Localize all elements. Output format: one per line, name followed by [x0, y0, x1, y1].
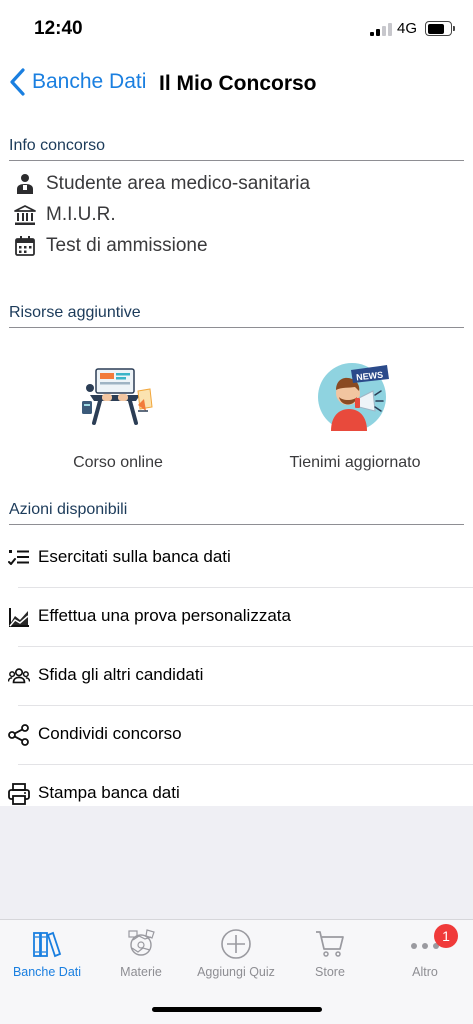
home-indicator[interactable] — [152, 1007, 322, 1012]
signal-strength-icon — [370, 23, 392, 36]
cart-icon — [316, 931, 344, 957]
tab-label: Store — [315, 965, 345, 979]
navigation-bar: Banche Dati Il Mio Concorso — [0, 55, 473, 115]
group-icon — [8, 668, 30, 684]
chart-icon — [9, 608, 29, 627]
action-practice-database[interactable]: Esercitati sulla banca dati — [0, 529, 473, 588]
online-course-card[interactable]: Corso online — [28, 361, 208, 472]
online-course-label: Corso online — [73, 454, 163, 471]
action-label: Condividi concorso — [38, 724, 182, 743]
action-label: Effettua una prova personalizzata — [38, 606, 291, 625]
tab-label: Materie — [120, 965, 162, 979]
info-item-category: Studente area medico-sanitaria — [14, 169, 310, 199]
empty-background — [0, 806, 473, 919]
tab-banche-dati[interactable]: Banche Dati — [0, 920, 94, 982]
tab-label: Aggiungi Quiz — [197, 965, 275, 979]
action-label: Stampa banca dati — [38, 783, 180, 802]
news-megaphone-illustration: NEWS — [318, 363, 389, 431]
news-updates-label: Tienimi aggiornato — [289, 454, 421, 471]
network-type: 4G — [397, 20, 418, 37]
calendar-icon — [15, 236, 35, 256]
share-icon — [8, 724, 29, 746]
action-share-competition[interactable]: Condividi concorso — [0, 706, 473, 765]
section-header-actions: Azioni disponibili — [9, 501, 464, 525]
battery-fill — [427, 23, 445, 34]
info-item-type: Test di ammissione — [14, 231, 208, 261]
back-button-label: Banche Dati — [32, 70, 147, 93]
tab-altro[interactable]: Altro — [378, 920, 472, 982]
info-item-text: Test di ammissione — [46, 235, 208, 256]
action-challenge-candidates[interactable]: Sfida gli altri candidati — [0, 647, 473, 706]
add-circle-icon — [221, 929, 251, 959]
action-label: Sfida gli altri candidati — [38, 665, 204, 684]
person-icon — [17, 174, 33, 194]
action-print-database[interactable]: Stampa banca dati — [0, 765, 473, 806]
status-bar: 12:40 4G — [0, 0, 473, 50]
section-header-resources: Risorse aggiuntive — [9, 304, 464, 328]
action-label: Esercitati sulla banca dati — [38, 547, 231, 566]
tab-store[interactable]: Store — [283, 920, 377, 982]
checklist-icon — [8, 550, 29, 565]
info-item-text: M.I.U.R. — [46, 204, 116, 225]
section-header-info: Info concorso — [9, 137, 464, 161]
online-course-illustration — [82, 368, 153, 425]
institution-icon — [14, 205, 36, 225]
subjects-icon — [128, 929, 155, 956]
page-title: Il Mio Concorso — [159, 72, 317, 95]
action-custom-test[interactable]: Effettua una prova personalizzata — [0, 588, 473, 647]
tab-label: Altro — [412, 965, 438, 979]
notification-badge: 1 — [434, 924, 458, 948]
back-button[interactable]: Banche Dati — [8, 67, 146, 97]
status-time: 12:40 — [34, 18, 83, 39]
news-updates-card[interactable]: NEWS Tienimi aggiornato — [265, 361, 445, 472]
tab-label: Banche Dati — [12, 965, 82, 979]
chevron-left-icon — [10, 68, 25, 96]
books-icon — [33, 931, 62, 958]
tab-materie[interactable]: Materie — [94, 920, 188, 982]
info-item-institution: M.I.U.R. — [14, 200, 116, 230]
tab-aggiungi-quiz[interactable]: Aggiungi Quiz — [189, 920, 283, 982]
info-item-text: Studente area medico-sanitaria — [46, 173, 311, 194]
printer-icon — [8, 783, 30, 805]
battery-icon — [425, 21, 455, 36]
